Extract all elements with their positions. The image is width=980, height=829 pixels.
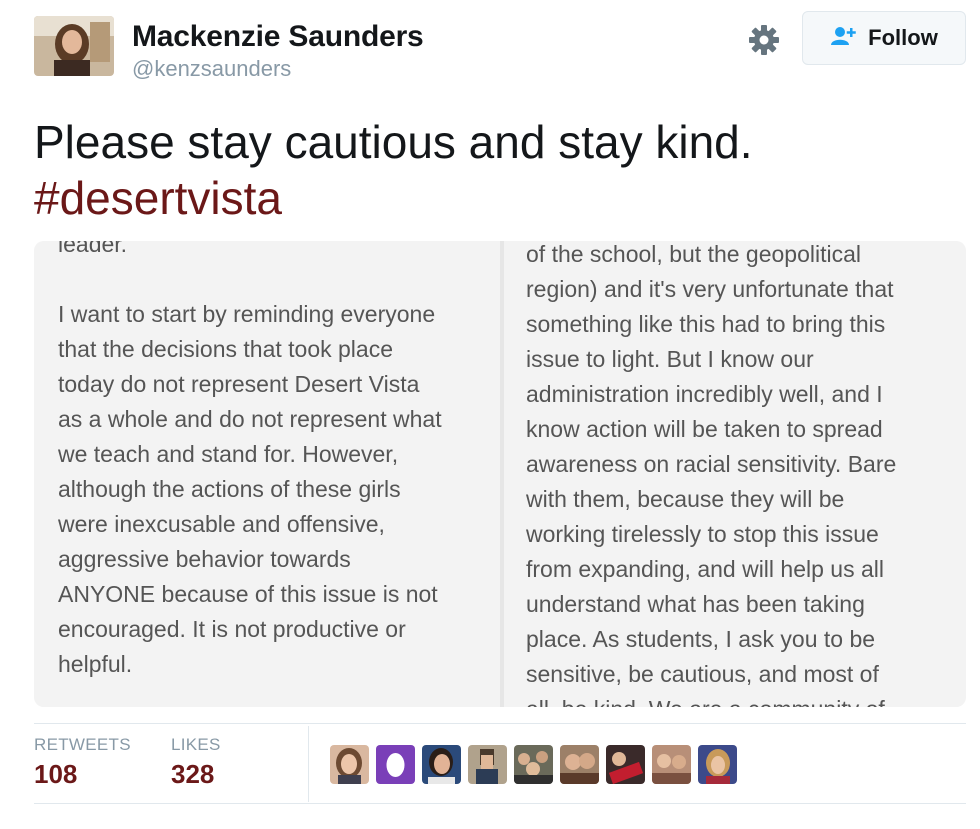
right-page-text: of the school, but the geopolitical regi… bbox=[526, 241, 897, 707]
author-handle[interactable]: @kenzsaunders bbox=[132, 56, 291, 82]
likes-stat[interactable]: LIKES 328 bbox=[171, 735, 221, 790]
stats-separator bbox=[308, 726, 309, 802]
stats-bottom-divider bbox=[34, 803, 966, 804]
author-avatar[interactable] bbox=[34, 16, 114, 76]
liker-avatar[interactable] bbox=[698, 745, 737, 784]
retweets-count: 108 bbox=[34, 759, 78, 789]
follow-button[interactable]: Follow bbox=[802, 11, 966, 65]
liker-avatar[interactable] bbox=[468, 745, 507, 784]
liker-avatar[interactable] bbox=[606, 745, 645, 784]
liker-avatar[interactable] bbox=[376, 745, 415, 784]
author-name[interactable]: Mackenzie Saunders bbox=[132, 20, 424, 54]
media-left-page: leader. I want to start by reminding eve… bbox=[34, 241, 500, 707]
media-right-page: of the school, but the geopolitical regi… bbox=[504, 241, 966, 707]
liker-avatar[interactable] bbox=[652, 745, 691, 784]
liker-avatar[interactable] bbox=[330, 745, 369, 784]
left-page-text: leader. I want to start by reminding eve… bbox=[58, 241, 442, 677]
retweets-stat[interactable]: RETWEETS 108 bbox=[34, 735, 131, 790]
liker-avatar[interactable] bbox=[560, 745, 599, 784]
hashtag-link[interactable]: #desertvista bbox=[34, 170, 964, 226]
gear-icon[interactable] bbox=[746, 22, 782, 58]
stats-top-divider bbox=[34, 723, 966, 724]
add-user-icon bbox=[830, 25, 858, 52]
tweet-media-image[interactable]: leader. I want to start by reminding eve… bbox=[34, 241, 966, 707]
likes-label: LIKES bbox=[171, 735, 221, 754]
likes-count: 328 bbox=[171, 759, 215, 789]
tweet-text: Please stay cautious and stay kind. #des… bbox=[34, 114, 964, 226]
follow-label: Follow bbox=[868, 25, 938, 50]
liker-avatars bbox=[330, 745, 737, 784]
retweets-label: RETWEETS bbox=[34, 735, 131, 754]
liker-avatar[interactable] bbox=[422, 745, 461, 784]
tweet-body: Please stay cautious and stay kind. bbox=[34, 116, 753, 168]
liker-avatar[interactable] bbox=[514, 745, 553, 784]
